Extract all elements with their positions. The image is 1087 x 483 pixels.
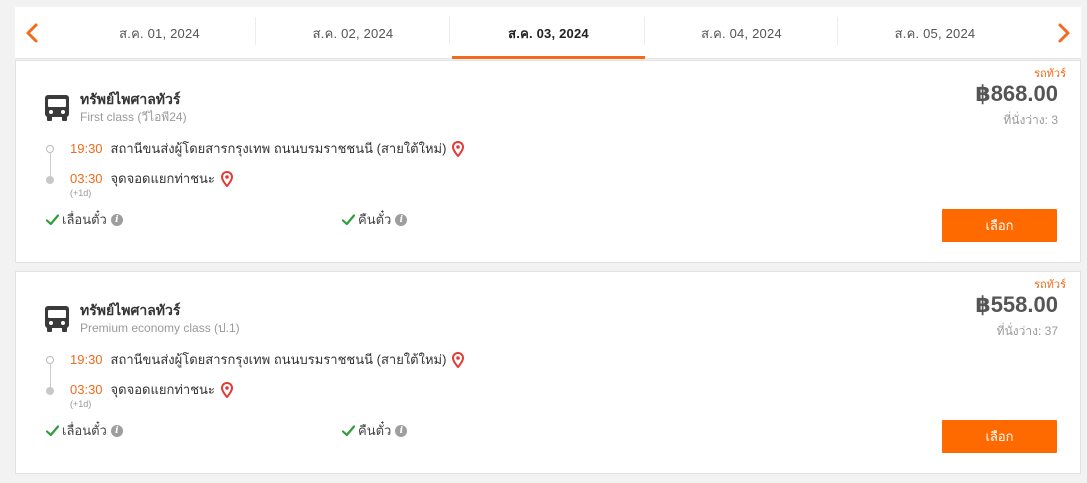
arrival-row: 03:30 จุดจอดแยกท่าชนะ <box>70 168 233 189</box>
departure-dot <box>46 356 54 364</box>
date-tab-1[interactable]: ส.ค. 01, 2024 <box>63 7 256 59</box>
feature-label: คืนตั๋ว <box>358 212 392 227</box>
date-tab-4[interactable]: ส.ค. 04, 2024 <box>645 7 838 59</box>
info-icon[interactable]: i <box>395 424 408 437</box>
date-tab-5[interactable]: ส.ค. 05, 2024 <box>838 7 1032 59</box>
date-tab-label: ส.ค. 01, 2024 <box>119 25 200 41</box>
date-tab-3-selected[interactable]: ส.ค. 03, 2024 <box>452 7 645 59</box>
arrival-row: 03:30 จุดจอดแยกท่าชนะ <box>70 379 233 400</box>
map-pin-icon[interactable] <box>220 170 233 187</box>
bus-type-tag: รถทัวร์ <box>1034 68 1066 80</box>
info-icon[interactable]: i <box>110 424 123 437</box>
arrival-time: 03:30 <box>70 382 103 397</box>
check-icon <box>46 424 59 436</box>
departure-time: 19:30 <box>70 141 103 156</box>
next-day-label: (+1d) <box>70 188 92 198</box>
trip-card: รถทัวร์ ทรัพย์ไพศาลทัวร์ First class (วี… <box>15 60 1081 263</box>
active-tab-indicator <box>452 56 645 59</box>
info-icon[interactable]: i <box>110 213 123 226</box>
departure-stop: สถานีขนส่งผู้โดยสารกรุงเทพ ถนนบรมราชชนนี… <box>110 141 447 156</box>
seats-available: ที่นั่งว่าง: 3 <box>1003 113 1058 127</box>
date-tab-label: ส.ค. 04, 2024 <box>701 25 782 41</box>
feature-label: เลื่อนตั๋ว <box>62 423 107 438</box>
route-line <box>49 153 51 177</box>
chevron-right-icon[interactable] <box>1051 21 1075 45</box>
trip-card: รถทัวร์ ทรัพย์ไพศาลทัวร์ Premium economy… <box>15 271 1081 474</box>
feature-reschedule: เลื่อนตั๋ว i <box>46 209 123 230</box>
bus-icon <box>45 306 69 332</box>
feature-refund: คืนตั๋ว i <box>342 209 408 230</box>
map-pin-icon[interactable] <box>452 351 465 368</box>
date-tab-2[interactable]: ส.ค. 02, 2024 <box>256 7 450 59</box>
arrival-stop: จุดจอดแยกท่าชนะ <box>110 171 215 186</box>
route-line <box>49 364 51 388</box>
arrival-time: 03:30 <box>70 171 103 186</box>
ticket-price: ฿868.00 <box>975 81 1058 106</box>
bus-class: Premium economy class (ป.1) <box>80 321 240 335</box>
chevron-left-icon[interactable] <box>21 21 45 45</box>
feature-reschedule: เลื่อนตั๋ว i <box>46 420 123 441</box>
select-trip-button[interactable]: เลือก <box>942 209 1057 242</box>
info-icon[interactable]: i <box>395 213 408 226</box>
tab-divider <box>449 17 450 45</box>
check-icon <box>46 213 59 225</box>
check-icon <box>342 424 355 436</box>
seats-available: ที่นั่งว่าง: 37 <box>996 324 1058 338</box>
date-tab-label: ส.ค. 03, 2024 <box>508 25 589 41</box>
departure-stop: สถานีขนส่งผู้โดยสารกรุงเทพ ถนนบรมราชชนนี… <box>110 352 447 367</box>
date-tab-label: ส.ค. 05, 2024 <box>894 25 976 41</box>
select-trip-button[interactable]: เลือก <box>942 420 1057 453</box>
bus-type-tag: รถทัวร์ <box>1034 279 1066 291</box>
bus-icon <box>45 95 69 121</box>
arrival-stop: จุดจอดแยกท่าชนะ <box>110 382 215 397</box>
date-tab-label: ส.ค. 02, 2024 <box>312 25 394 41</box>
map-pin-icon[interactable] <box>452 140 465 157</box>
ticket-price: ฿558.00 <box>975 292 1058 317</box>
departure-time: 19:30 <box>70 352 103 367</box>
next-day-label: (+1d) <box>70 399 92 409</box>
departure-dot <box>46 145 54 153</box>
feature-label: เลื่อนตั๋ว <box>62 212 107 227</box>
check-icon <box>342 213 355 225</box>
arrival-dot <box>46 387 54 395</box>
arrival-dot <box>46 176 54 184</box>
date-selector-bar: ส.ค. 01, 2024 ส.ค. 02, 2024 ส.ค. 03, 202… <box>15 7 1081 59</box>
feature-refund: คืนตั๋ว i <box>342 420 408 441</box>
route-timeline <box>46 356 54 396</box>
feature-label: คืนตั๋ว <box>358 423 392 438</box>
departure-row: 19:30 สถานีขนส่งผู้โดยสารกรุงเทพ ถนนบรมร… <box>70 349 465 370</box>
map-pin-icon[interactable] <box>220 381 233 398</box>
bus-class: First class (วีไอพี24) <box>80 110 187 124</box>
departure-row: 19:30 สถานีขนส่งผู้โดยสารกรุงเทพ ถนนบรมร… <box>70 138 465 159</box>
route-timeline <box>46 145 54 185</box>
